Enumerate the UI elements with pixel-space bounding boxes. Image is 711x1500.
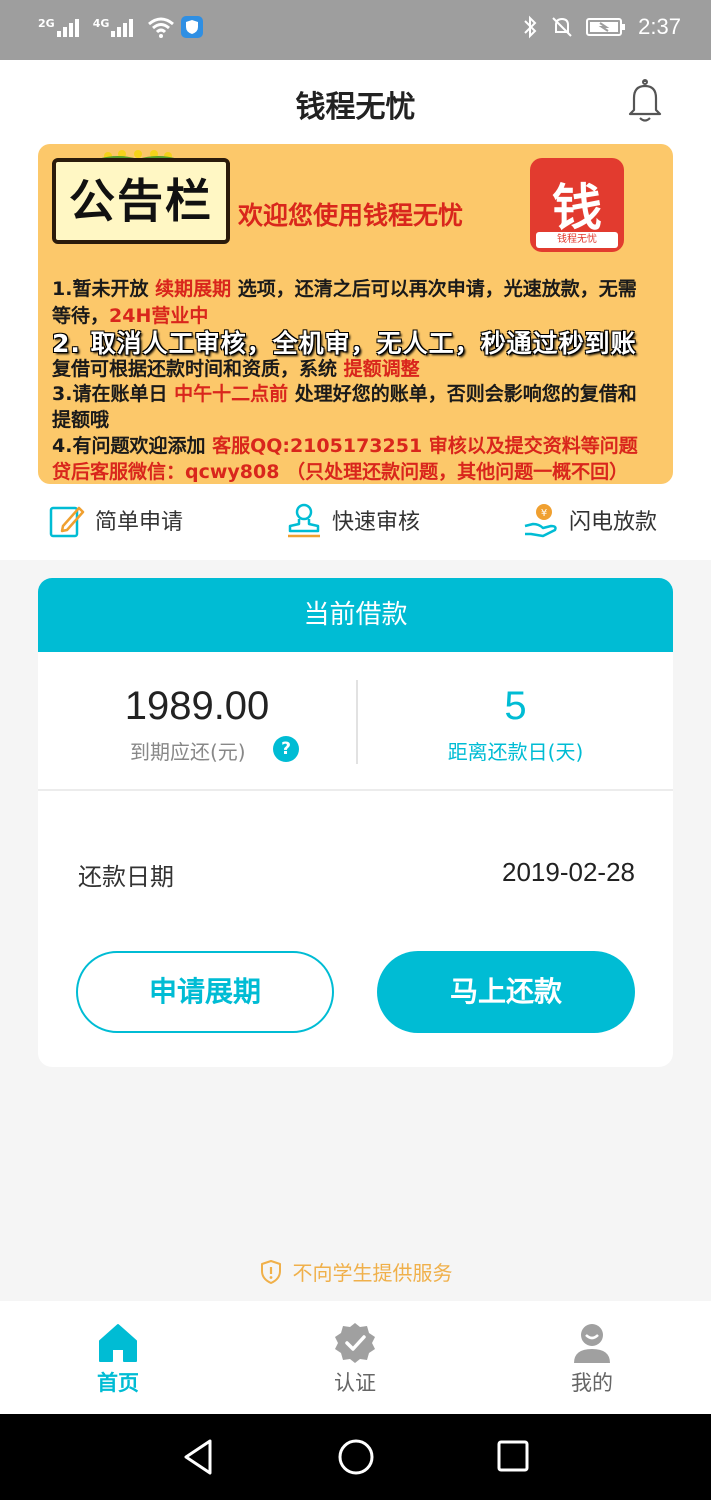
help-icon[interactable]: ?	[273, 736, 299, 762]
back-icon[interactable]	[180, 1438, 216, 1476]
current-loan-card: 当前借款 1989.00 到期应还(元) ? 5 距离还款日(天) 还款日期 2…	[38, 578, 673, 1067]
nav-verify[interactable]: 认证	[285, 1321, 425, 1397]
announcement-banner[interactable]: 公告栏 欢迎您使用钱程无忧 钱 钱程无忧 1.暂未开放 续期展期 选项，还清之后…	[38, 144, 673, 484]
feature-label: 快速审核	[332, 510, 421, 535]
feature-lightning-loan: ¥ 闪电放款	[523, 502, 657, 538]
notice-line-4: 复借可根据还款时间和资质，系统 提额调整	[52, 358, 420, 380]
signal-icon: 4G	[93, 17, 142, 37]
repay-date-value: 2019-02-28	[502, 857, 635, 887]
nav-mine[interactable]: 我的	[522, 1321, 662, 1397]
status-time: 2:37	[638, 14, 681, 39]
nav-label: 我的	[571, 1371, 613, 1395]
banner-section: 公告栏 欢迎您使用钱程无忧 钱 钱程无忧 1.暂未开放 续期展期 选项，还清之后…	[0, 144, 711, 484]
notice-line-1: 1.暂未开放 续期展期 选项，还清之后可以再次申请，光速放款，无需	[52, 278, 637, 300]
notice-line-5: 3.请在账单日 中午十二点前 处理好您的账单，否则会影响您的复借和	[52, 383, 637, 405]
svg-text:¥: ¥	[541, 508, 547, 519]
system-nav-bar	[0, 1414, 711, 1500]
logo-char: 钱	[552, 179, 602, 237]
card-title: 当前借款	[38, 578, 673, 652]
notice-line-7: 4.有问题欢迎添加 客服QQ:2105173251 审核以及提交资料等问题	[52, 435, 638, 457]
extend-button[interactable]: 申请展期	[76, 951, 334, 1033]
due-amount-label: 到期应还(元)	[130, 740, 246, 764]
bluetooth-icon	[524, 15, 537, 39]
mute-icon	[552, 17, 572, 37]
feature-fast-review: 快速审核	[286, 502, 420, 538]
notice-board: 公告栏	[52, 158, 230, 244]
student-notice-text: 不向学生提供服务	[292, 1261, 453, 1285]
recents-icon[interactable]	[496, 1439, 530, 1473]
student-notice: 不向学生提供服务	[0, 1257, 711, 1286]
nav-label: 首页	[97, 1371, 139, 1395]
money-hand-icon: ¥	[524, 504, 557, 538]
bottom-nav: 首页 认证 我的	[0, 1301, 711, 1414]
page-title: 钱程无忧	[295, 90, 416, 125]
nav-home[interactable]: 首页	[48, 1321, 188, 1397]
signal-icon: 2G	[38, 17, 87, 37]
feature-strip: 简单申请 快速审核 ¥ 闪电放款	[0, 484, 711, 560]
wifi-icon	[148, 17, 175, 38]
status-bar: 2G 4G 2:37	[0, 0, 711, 60]
stamp-icon	[288, 503, 320, 538]
feature-label: 简单申请	[95, 510, 184, 535]
days-remaining: 5	[504, 684, 527, 728]
status-left: 2G 4G	[38, 16, 204, 38]
nav-label: 认证	[334, 1371, 376, 1395]
due-amount: 1989.00	[124, 684, 270, 728]
network-type-label: 4G	[92, 17, 110, 30]
horizontal-divider	[38, 789, 673, 791]
logo-subtitle: 钱程无忧	[536, 232, 618, 248]
app-header: 钱程无忧	[0, 60, 711, 144]
user-icon	[574, 1324, 610, 1363]
shield-alert-icon	[260, 1259, 281, 1284]
shield-icon	[181, 16, 204, 38]
banner-welcome: 欢迎您使用钱程无忧	[238, 201, 464, 230]
home-circle-icon[interactable]	[337, 1438, 375, 1476]
notice-line-8: 贷后客服微信：qcwy808 （只处理还款问题，其他问题一概不回）	[52, 461, 629, 483]
notice-line-6: 提额哦	[52, 409, 110, 431]
battery-icon	[586, 18, 626, 36]
network-type-label: 2G	[38, 17, 55, 30]
repay-now-button[interactable]: 马上还款	[377, 951, 635, 1033]
repay-date-label: 还款日期	[78, 863, 174, 891]
verified-icon	[335, 1323, 375, 1363]
bell-icon[interactable]	[626, 78, 664, 124]
edit-icon	[49, 506, 85, 538]
home-icon	[99, 1324, 137, 1362]
feature-simple-apply: 简单申请	[49, 502, 183, 538]
feature-label: 闪电放款	[569, 510, 658, 535]
app-logo: 钱 钱程无忧	[530, 158, 624, 252]
days-remaining-label: 距离还款日(天)	[447, 740, 584, 764]
status-right: 2:37	[522, 14, 681, 40]
